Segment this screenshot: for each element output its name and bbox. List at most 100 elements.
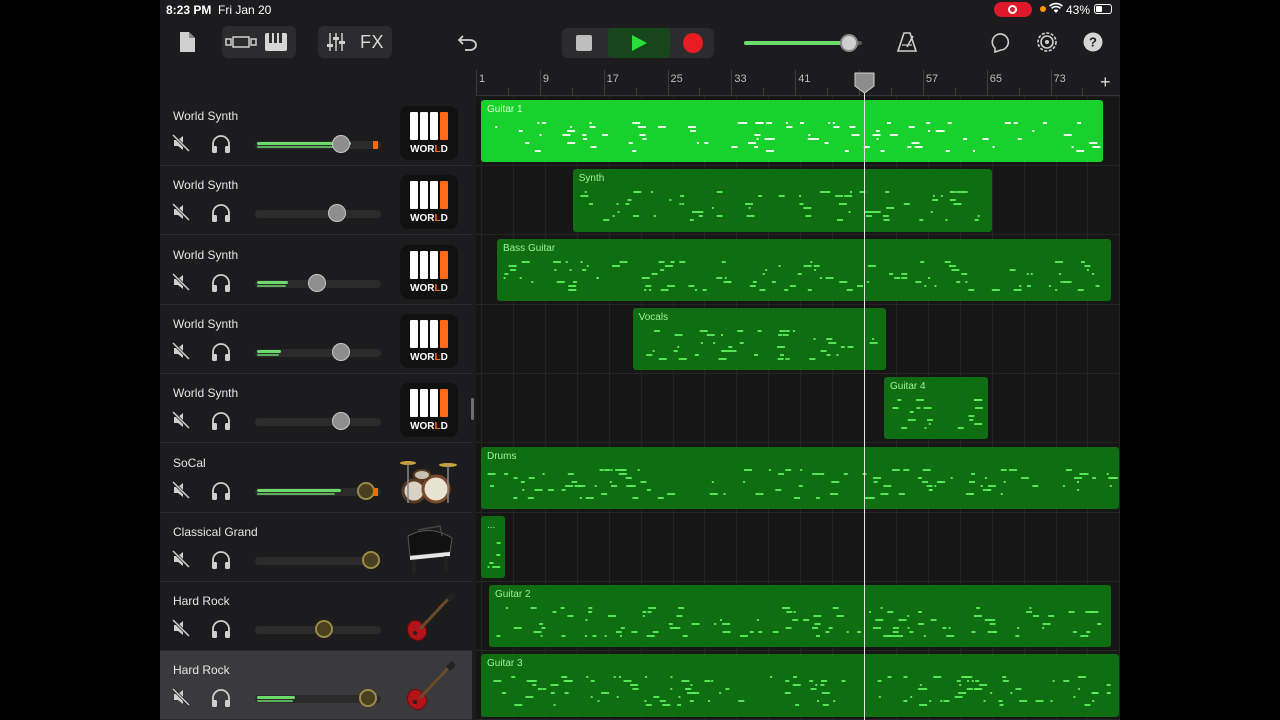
drum-kit-icon[interactable] [400, 453, 458, 507]
header-resize-handle[interactable] [471, 398, 474, 420]
world-synth-icon[interactable]: WORLD [400, 244, 458, 299]
region[interactable]: Guitar 4 [883, 377, 988, 440]
region[interactable]: Guitar 2 [488, 585, 1112, 648]
track-header[interactable]: World Synth WORLD [160, 235, 472, 305]
track-volume-slider[interactable] [255, 412, 383, 431]
keyboard-icon[interactable] [258, 32, 294, 52]
playhead-line[interactable] [864, 75, 866, 720]
mute-icon[interactable] [171, 618, 191, 638]
ruler-tick [890, 88, 892, 96]
track-volume-slider[interactable] [255, 550, 383, 569]
help-icon[interactable]: ? [1082, 26, 1104, 58]
headphones-icon[interactable] [210, 341, 232, 363]
headphones-icon[interactable] [210, 410, 232, 432]
fx-button[interactable]: FX [353, 32, 391, 53]
track-volume-slider[interactable] [255, 135, 383, 153]
track-volume-slider[interactable] [255, 620, 383, 639]
stop-button[interactable] [562, 28, 606, 58]
mixer-fx-group: FX [318, 26, 392, 58]
electric-guitar-icon[interactable] [400, 591, 458, 645]
electric-guitar-icon[interactable] [400, 660, 458, 714]
region[interactable]: Drums [481, 446, 1120, 509]
track-volume-slider[interactable] [255, 689, 383, 708]
mute-icon[interactable] [171, 202, 191, 222]
mute-icon[interactable] [171, 480, 191, 500]
add-section-button[interactable]: + [1100, 72, 1111, 93]
ruler-tick [1050, 70, 1052, 96]
midi-notes [487, 468, 1118, 499]
world-synth-icon[interactable]: WORLD [400, 175, 458, 230]
master-volume-slider[interactable] [744, 30, 864, 56]
document-icon[interactable] [174, 26, 200, 58]
region-label: Synth [578, 173, 605, 185]
track-name: Hard Rock [173, 663, 230, 678]
midi-notes [495, 122, 1101, 152]
track-header[interactable]: World Synth WORLD [160, 97, 472, 166]
track-lane[interactable] [476, 374, 1120, 444]
region[interactable]: ... [481, 515, 505, 579]
mute-icon[interactable] [171, 133, 191, 153]
mute-icon[interactable] [171, 549, 191, 569]
mute-icon[interactable] [171, 341, 191, 361]
stop-icon [576, 35, 592, 51]
track-header[interactable]: World Synth WORLD [160, 166, 472, 236]
timeline-ruler[interactable]: 191725334149576573 + [476, 70, 1120, 96]
world-synth-icon[interactable]: WORLD [400, 106, 458, 160]
track-volume-slider[interactable] [255, 273, 383, 292]
track-name: World Synth [173, 178, 239, 193]
headphones-icon[interactable] [210, 480, 232, 502]
record-button[interactable] [672, 28, 714, 58]
grand-piano-icon[interactable] [400, 522, 458, 576]
headphones-icon[interactable] [210, 687, 232, 709]
mute-icon[interactable] [171, 272, 191, 292]
track-volume-slider[interactable] [255, 342, 383, 361]
tracks-view-icon[interactable] [224, 34, 258, 50]
transport-controls [562, 28, 714, 58]
track-header[interactable]: SoCal [160, 443, 472, 513]
track-header[interactable]: Hard Rock [160, 651, 472, 720]
view-toggle-group [222, 26, 296, 58]
track-name: Hard Rock [173, 594, 230, 609]
undo-icon[interactable] [454, 26, 482, 58]
mute-icon[interactable] [171, 410, 191, 430]
headphones-icon[interactable] [210, 272, 232, 294]
ruler-bar-label: 25 [670, 73, 683, 85]
world-synth-icon[interactable]: WORLD [400, 383, 458, 438]
ruler-tick [731, 70, 733, 96]
track-header[interactable]: Hard Rock [160, 582, 472, 652]
headphones-icon[interactable] [210, 618, 232, 640]
region[interactable]: Vocals [632, 307, 887, 371]
mixer-icon[interactable] [319, 32, 353, 52]
region[interactable]: Synth [572, 169, 992, 232]
mute-icon[interactable] [171, 687, 191, 707]
ruler-tick [1082, 88, 1084, 96]
track-volume-slider[interactable] [255, 204, 383, 223]
headphones-icon[interactable] [210, 549, 232, 571]
headphones-icon[interactable] [210, 202, 232, 224]
track-lane[interactable] [476, 513, 1120, 582]
region[interactable]: Guitar 3 [481, 654, 1120, 717]
play-button[interactable] [608, 28, 670, 58]
region[interactable]: Guitar 1 [481, 100, 1104, 163]
record-icon [683, 33, 703, 53]
metronome-icon[interactable] [894, 26, 920, 58]
tracks-area[interactable]: Guitar 1 Synth Bass Guitar Vocals Guitar 4 Dr… [476, 97, 1120, 720]
track-header[interactable]: World Synth WORLD [160, 304, 472, 374]
region[interactable]: Bass Guitar [496, 238, 1112, 301]
loop-browser-icon[interactable] [988, 26, 1014, 58]
track-header[interactable]: World Synth WORLD [160, 374, 472, 444]
ruler-tick [1018, 88, 1020, 96]
ruler-tick [986, 70, 988, 96]
headphones-icon[interactable] [210, 133, 232, 155]
region-label: Bass Guitar [502, 242, 556, 254]
track-name: World Synth [173, 316, 239, 331]
playhead-handle[interactable] [854, 72, 875, 94]
wifi-icon [1049, 2, 1063, 17]
settings-icon[interactable] [1034, 26, 1060, 58]
ruler-tick [795, 70, 797, 96]
world-synth-icon[interactable]: WORLD [400, 313, 458, 368]
ruler-tick [635, 88, 637, 96]
track-name: World Synth [173, 247, 239, 262]
track-header[interactable]: Classical Grand [160, 512, 472, 582]
track-volume-slider[interactable] [255, 481, 383, 500]
